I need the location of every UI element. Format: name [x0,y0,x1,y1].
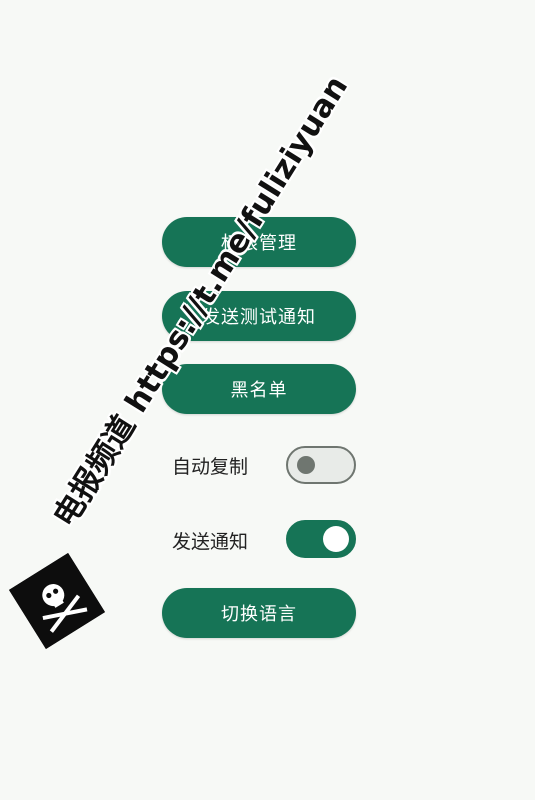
pirate-flag-icon [8,552,106,650]
send-notification-toggle[interactable] [286,520,356,558]
permissions-button[interactable]: 权限管理 [162,217,356,267]
auto-copy-toggle[interactable] [286,446,356,484]
toggle-knob [297,456,315,474]
send-notification-label: 发送通知 [172,531,249,553]
auto-copy-label: 自动复制 [172,456,249,478]
toggle-knob [323,526,349,552]
switch-language-button[interactable]: 切换语言 [162,588,356,638]
blacklist-button[interactable]: 黑名单 [162,364,356,414]
send-test-notification-button[interactable]: 发送测试通知 [162,291,356,341]
